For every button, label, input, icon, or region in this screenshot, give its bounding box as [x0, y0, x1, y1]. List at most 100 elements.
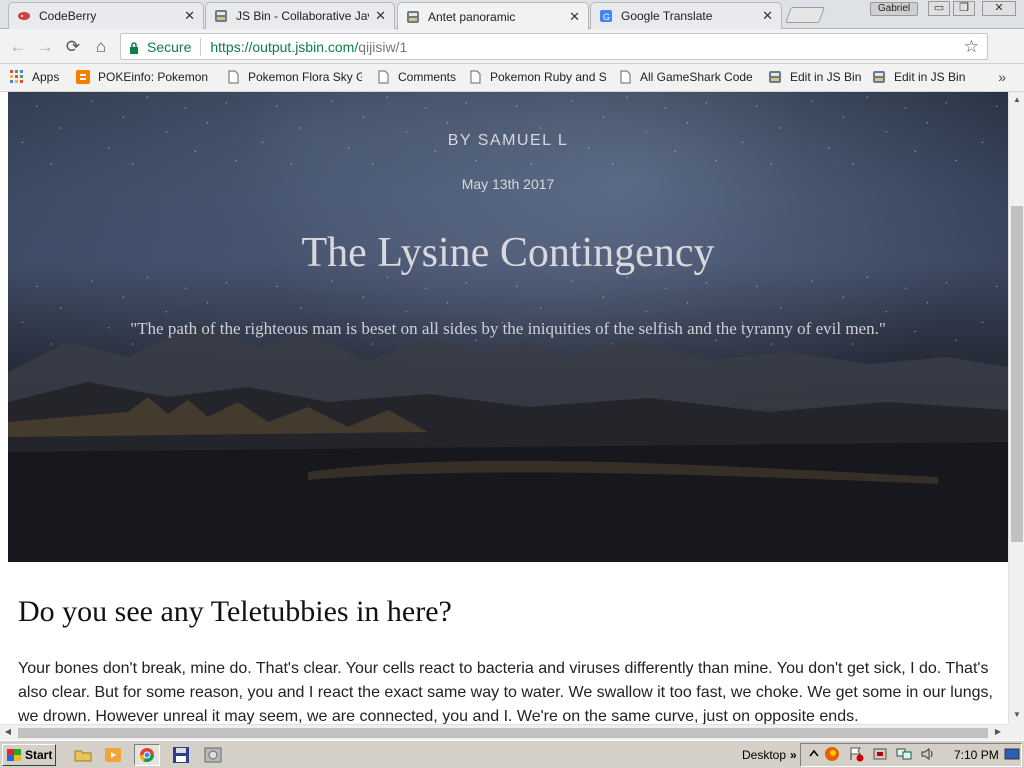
mountain-landscape-image	[8, 322, 1008, 562]
horizontal-scrollbar[interactable]: ◀ ▶	[0, 724, 1008, 740]
page-icon	[468, 70, 482, 84]
security-tray-icon[interactable]	[872, 746, 888, 762]
article-paragraph: Your bones don't break, mine do. That's …	[18, 660, 993, 724]
bookmark-label: Pokemon Flora Sky Gu	[248, 70, 362, 84]
secure-label: Secure	[147, 38, 192, 55]
article-quote: "The path of the righteous man is beset …	[130, 319, 886, 338]
desktop-toolbar-label[interactable]: Desktop	[742, 748, 786, 762]
svg-text:G: G	[603, 12, 610, 22]
navigation-toolbar: ← → ⟳ ⌂ Secure https://output.jsbin.com/…	[0, 29, 1024, 64]
tab-title: Google Translate	[621, 9, 713, 23]
back-icon[interactable]: ←	[8, 37, 28, 57]
scroll-down-arrow-icon[interactable]: ▼	[1012, 710, 1022, 720]
chrome-taskbar-button[interactable]	[134, 744, 160, 766]
bookmarks-bar: Apps POKEinfo: Pokemon Fl Pokemon Flora …	[0, 64, 1024, 92]
vertical-scroll-thumb[interactable]	[1011, 206, 1023, 542]
tab-strip: CodeBerry ✕ JS Bin - Collaborative JavaS…	[0, 0, 1024, 30]
windows-logo-icon	[7, 749, 21, 761]
tab-google-translate[interactable]: G Google Translate ✕	[590, 2, 782, 29]
more-bookmarks-chevron-icon[interactable]: »	[998, 69, 1006, 85]
tab-title: CodeBerry	[39, 9, 97, 23]
home-icon[interactable]: ⌂	[91, 37, 111, 57]
scrollbar-corner	[1008, 724, 1024, 740]
browser-window: CodeBerry ✕ JS Bin - Collaborative JavaS…	[0, 0, 1024, 768]
close-tab-icon[interactable]: ✕	[762, 8, 773, 24]
volume-speaker-icon[interactable]	[920, 746, 936, 762]
bookmark-label: Edit in JS Bin	[894, 70, 966, 84]
codeberry-favicon-icon	[17, 9, 31, 23]
blogger-icon	[76, 70, 90, 84]
close-tab-icon[interactable]: ✕	[184, 8, 195, 24]
url-base: https://output.jsbin.com/	[210, 38, 359, 55]
minimize-button[interactable]: ▭	[928, 1, 950, 16]
url-path: qijisiw/1	[358, 38, 408, 55]
tab-antet-panoramic[interactable]: Antet panoramic ✕	[397, 2, 589, 30]
apps-grid-icon	[10, 70, 24, 84]
article-byline: BY SAMUEL L	[447, 132, 569, 149]
jsbin-icon	[872, 70, 886, 84]
bookmark-edit-jsbin-1[interactable]: Edit in JS Bin	[768, 70, 861, 84]
page-icon	[226, 70, 240, 84]
bookmark-label: Comments	[398, 70, 457, 84]
article-content: Do you see any Teletubbies in here? Your…	[18, 595, 993, 724]
address-separator	[200, 37, 202, 56]
forward-icon[interactable]: →	[35, 37, 55, 57]
article-date: May 13th 2017	[461, 176, 555, 192]
utility-app-icon[interactable]	[204, 746, 222, 764]
address-bar[interactable]: Secure https://output.jsbin.com/qijisiw/…	[120, 33, 988, 60]
bookmark-label: Pokemon Ruby and Sa	[490, 70, 606, 84]
network-connection-icon[interactable]	[896, 746, 912, 762]
jsbin-icon	[768, 70, 782, 84]
taskbar-clock[interactable]: 7:10 PM	[954, 748, 999, 762]
scroll-left-arrow-icon[interactable]: ◀	[3, 727, 13, 737]
tab-jsbin[interactable]: JS Bin - Collaborative JavaS ✕	[205, 2, 395, 29]
restore-button[interactable]: ❐	[953, 1, 975, 16]
windows-taskbar: Start Desktop » 7:10 PM	[0, 740, 1024, 768]
article-title: The Lysine Contingency	[301, 230, 715, 276]
vertical-scrollbar[interactable]: ▲ ▼	[1008, 92, 1024, 724]
network-flag-icon[interactable]	[848, 746, 864, 762]
reload-icon[interactable]: ⟳	[63, 37, 83, 57]
explorer-folder-icon[interactable]	[74, 746, 92, 764]
bookmark-label: All GameShark Code I	[640, 70, 752, 84]
bookmark-label: Apps	[32, 70, 60, 84]
bookmark-label: Edit in JS Bin	[790, 70, 862, 84]
close-window-button[interactable]: ✕	[982, 1, 1016, 16]
hero-banner: BY SAMUEL L May 13th 2017 The Lysine Con…	[8, 92, 1008, 562]
lock-icon	[129, 41, 139, 54]
show-hidden-icons-icon[interactable]	[806, 746, 822, 762]
bookmark-edit-jsbin-2[interactable]: Edit in JS Bin	[872, 70, 965, 84]
bookmark-pokeinfo[interactable]: POKEinfo: Pokemon Fl	[76, 70, 212, 84]
bookmark-apps[interactable]: Apps	[10, 70, 59, 84]
bookmark-flora-sky[interactable]: Pokemon Flora Sky Gu	[226, 70, 362, 84]
bookmark-star-icon[interactable]: ☆	[964, 37, 979, 57]
jsbin-favicon-icon	[406, 10, 420, 24]
new-tab-button[interactable]	[785, 7, 825, 23]
jsbin-favicon-icon	[214, 9, 228, 23]
page-viewport: BY SAMUEL L May 13th 2017 The Lysine Con…	[0, 92, 1008, 724]
profile-button[interactable]: Gabriel	[870, 2, 918, 16]
tab-title: Antet panoramic	[428, 9, 516, 24]
section-heading: Do you see any Teletubbies in here?	[18, 595, 452, 628]
horizontal-scroll-thumb[interactable]	[18, 728, 988, 738]
scroll-up-arrow-icon[interactable]: ▲	[1012, 95, 1022, 105]
page-icon	[618, 70, 632, 84]
bookmark-gameshark[interactable]: All GameShark Code I	[618, 70, 752, 84]
start-button[interactable]: Start	[2, 744, 56, 766]
media-player-icon[interactable]	[104, 746, 122, 764]
taskbar-chevron-icon[interactable]: »	[790, 748, 797, 762]
scroll-right-arrow-icon[interactable]: ▶	[993, 727, 1003, 737]
google-translate-favicon-icon: G	[599, 9, 613, 23]
tab-title: JS Bin - Collaborative JavaS	[236, 9, 369, 23]
bookmark-label: POKEinfo: Pokemon Fl	[98, 70, 212, 84]
firefox-tray-icon[interactable]	[824, 746, 840, 762]
tab-codeberry[interactable]: CodeBerry ✕	[8, 2, 204, 29]
page-icon	[376, 70, 390, 84]
bookmark-pokemon-ruby[interactable]: Pokemon Ruby and Sa	[468, 70, 606, 84]
close-tab-icon[interactable]: ✕	[569, 9, 580, 25]
close-tab-icon[interactable]: ✕	[375, 8, 386, 24]
show-desktop-icon[interactable]	[1004, 746, 1020, 762]
start-label: Start	[25, 748, 53, 762]
bookmark-comments[interactable]: Comments	[376, 70, 456, 84]
save-disk-icon[interactable]	[172, 746, 190, 764]
